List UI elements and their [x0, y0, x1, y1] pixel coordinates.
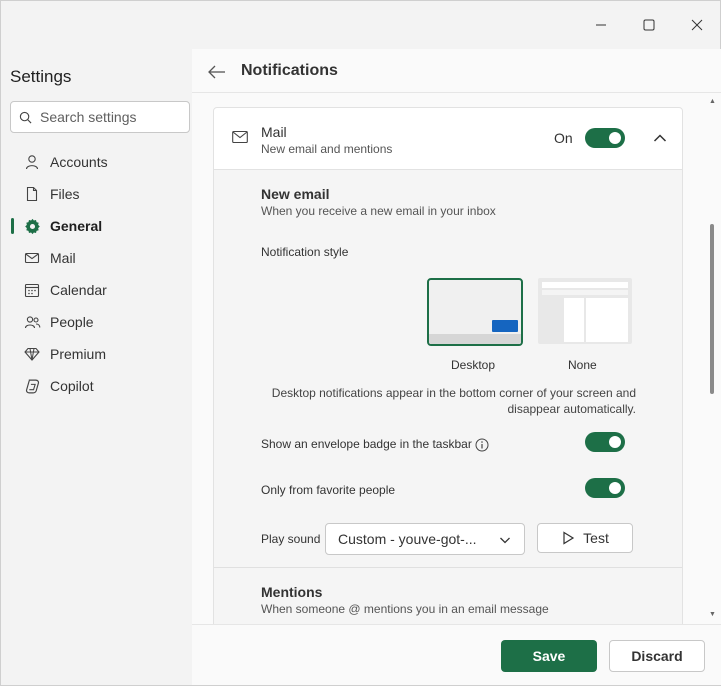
toggle-knob	[609, 436, 621, 448]
style-option-label: Desktop	[451, 358, 496, 372]
close-button[interactable]	[683, 11, 711, 39]
new-email-subtitle: When you receive a new email in your inb…	[261, 204, 496, 218]
preview-bar	[542, 290, 628, 295]
collapse-button[interactable]	[650, 128, 670, 148]
mail-notification-card[interactable]: Mail New email and mentions On	[213, 107, 683, 170]
sidebar-item-premium[interactable]: Premium	[1, 338, 192, 370]
sidebar-item-mail[interactable]: Mail	[1, 242, 192, 274]
minimize-icon	[596, 24, 606, 26]
diamond-icon	[23, 345, 41, 363]
style-option-label: None	[568, 358, 597, 372]
sidebar-item-calendar[interactable]: Calendar	[1, 274, 192, 306]
preview-pane	[564, 298, 584, 342]
search-icon	[19, 111, 32, 123]
style-option-desktop[interactable]	[427, 278, 523, 346]
toggle-knob	[609, 482, 621, 494]
sidebar: Settings Accounts Files	[1, 49, 192, 685]
sidebar-item-label: Calendar	[50, 282, 107, 298]
sidebar-item-copilot[interactable]: Copilot	[1, 370, 192, 402]
toast-preview	[492, 320, 518, 332]
toggle-knob	[609, 132, 621, 144]
style-description: Desktop notifications appear in the bott…	[271, 386, 636, 416]
gear-icon	[23, 217, 41, 235]
file-icon	[23, 185, 41, 203]
save-button[interactable]: Save	[501, 640, 597, 672]
scroll-up-arrow[interactable]: ▲	[709, 98, 716, 105]
mail-card-subtitle: New email and mentions	[261, 142, 393, 156]
title-bar	[1, 1, 720, 49]
sidebar-item-accounts[interactable]: Accounts	[1, 146, 192, 178]
scroll-down-arrow[interactable]: ▼	[709, 611, 716, 618]
style-option-none[interactable]	[538, 278, 632, 344]
back-button[interactable]	[206, 61, 228, 83]
sound-select[interactable]: Custom - youve-got-...	[325, 523, 525, 555]
mail-toggle-state: On	[554, 130, 573, 146]
search-box[interactable]	[10, 101, 190, 133]
sidebar-title: Settings	[10, 67, 72, 86]
taskbar-preview	[429, 334, 521, 344]
sidebar-nav: Accounts Files General Mail Calendar Peo…	[1, 146, 192, 402]
info-icon[interactable]	[475, 438, 489, 452]
sidebar-item-label: Accounts	[50, 154, 108, 170]
calendar-icon	[23, 281, 41, 299]
sidebar-item-label: Premium	[50, 346, 107, 362]
envelope-badge-label: Show an envelope badge in the taskbar	[261, 437, 472, 451]
main-pane: Notifications Mail New email and mention…	[192, 49, 721, 685]
active-indicator	[11, 218, 14, 234]
mentions-title: Mentions	[261, 584, 323, 600]
play-sound-label: Play sound	[261, 532, 321, 546]
vertical-scrollbar[interactable]: ▲ ▼	[707, 94, 719, 624]
sidebar-item-general[interactable]: General	[1, 210, 192, 242]
notification-style-label: Notification style	[261, 245, 349, 259]
sound-select-value: Custom - youve-got-...	[338, 531, 477, 547]
close-icon	[691, 19, 703, 31]
settings-window: Settings Accounts Files	[0, 0, 721, 686]
back-arrow-icon	[208, 65, 225, 79]
preview-bar	[542, 282, 628, 288]
minimize-button[interactable]	[587, 11, 615, 39]
sidebar-item-label: General	[50, 218, 103, 234]
discard-button[interactable]: Discard	[609, 640, 705, 672]
page-title: Notifications	[241, 62, 338, 79]
maximize-button[interactable]	[635, 11, 663, 39]
envelope-badge-toggle[interactable]	[585, 432, 625, 452]
maximize-icon	[643, 19, 655, 31]
sidebar-item-label: People	[50, 314, 94, 330]
copilot-icon	[23, 377, 41, 395]
test-sound-button[interactable]: Test	[537, 523, 633, 553]
page-header: Notifications	[192, 49, 721, 93]
sidebar-item-label: Copilot	[50, 378, 94, 394]
search-input[interactable]	[40, 109, 180, 125]
sidebar-item-label: Files	[50, 186, 80, 202]
sidebar-item-files[interactable]: Files	[1, 178, 192, 210]
sidebar-item-label: Mail	[50, 250, 76, 266]
people-icon	[23, 313, 41, 331]
scrollbar-thumb[interactable]	[710, 224, 714, 394]
preview-pane	[586, 298, 628, 342]
person-icon	[23, 153, 41, 171]
mentions-subtitle: When someone @ mentions you in an email …	[261, 602, 549, 616]
chevron-up-icon	[653, 134, 667, 142]
mail-icon	[232, 130, 248, 144]
settings-scroll-area[interactable]: Mail New email and mentions On New email…	[192, 94, 721, 624]
favorites-only-toggle[interactable]	[585, 478, 625, 498]
section-divider	[214, 567, 682, 568]
test-sound-label: Test	[583, 530, 609, 546]
mail-notifications-toggle[interactable]	[585, 128, 625, 148]
footer: Save Discard	[192, 624, 721, 685]
mail-card-title: Mail	[261, 124, 287, 140]
play-icon	[563, 531, 575, 545]
favorites-only-label: Only from favorite people	[261, 483, 396, 497]
mail-card-body: New email When you receive a new email i…	[213, 170, 683, 624]
mail-icon	[23, 249, 41, 267]
chevron-down-icon	[500, 537, 510, 544]
sidebar-item-people[interactable]: People	[1, 306, 192, 338]
new-email-title: New email	[261, 186, 330, 202]
